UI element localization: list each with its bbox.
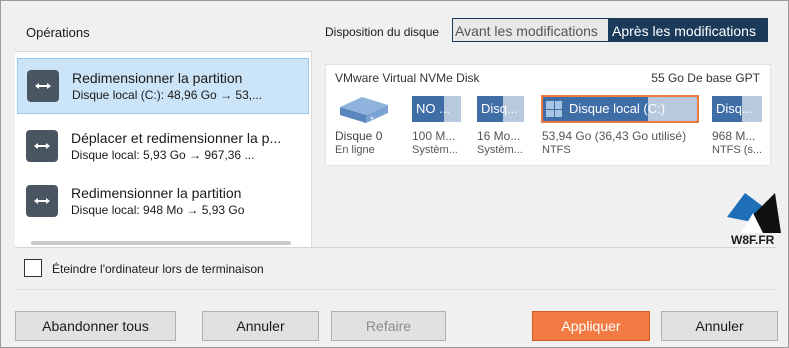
panel-divider	[311, 51, 312, 247]
partition-label: Disque local (C:)	[569, 101, 666, 116]
partition-size: 53,94 Go (36,43 Go utilisé)	[542, 129, 687, 143]
partition-c-selected[interactable]: Disque local (C:)	[541, 95, 699, 123]
operation-item-2[interactable]: Déplacer et redimensionner la p... Disqu…	[17, 118, 309, 174]
partition-filesystem: Systèm...	[477, 144, 523, 156]
operation-item-3[interactable]: Redimensionner la partition Disque local…	[17, 173, 309, 229]
partition-2[interactable]: Disq...	[477, 96, 524, 122]
before-changes-tab[interactable]: Avant les modifications	[452, 18, 609, 42]
windows-logo-icon	[546, 101, 562, 117]
operation-detail: Disque local: 948 Mo → 5,93 Go	[71, 203, 245, 217]
partition-4[interactable]: Disq...	[712, 96, 762, 122]
view-toggle: Avant les modifications Après les modifi…	[452, 18, 768, 42]
disk-info: 55 Go De base GPT	[651, 71, 760, 85]
operations-title: Opérations	[26, 25, 90, 40]
resize-arrows-icon	[26, 130, 58, 162]
after-changes-tab[interactable]: Après les modifications	[609, 18, 768, 42]
disk-layout-label: Disposition du disque	[325, 25, 440, 39]
operations-scrollbar[interactable]	[31, 241, 291, 245]
operation-title: Déplacer et redimensionner la p...	[71, 130, 282, 146]
apply-button[interactable]: Appliquer	[532, 311, 650, 341]
abort-all-button[interactable]: Abandonner tous	[15, 311, 176, 341]
partition-label: Disq...	[481, 101, 518, 116]
divider	[15, 289, 777, 290]
disk-card: VMware Virtual NVMe Disk 55 Go De base G…	[325, 64, 771, 166]
resize-arrows-icon	[27, 70, 59, 102]
partition-filesystem: NTFS (s...	[712, 144, 763, 156]
operation-title: Redimensionner la partition	[71, 185, 242, 201]
divider	[15, 247, 777, 248]
disk-name: VMware Virtual NVMe Disk	[335, 71, 480, 85]
watermark-text: W8F.FR	[731, 233, 775, 247]
resize-arrows-icon	[26, 185, 58, 217]
partition-filesystem: NTFS	[542, 144, 571, 156]
undo-button[interactable]: Annuler	[202, 311, 319, 341]
operations-list: Redimensionner la partition Disque local…	[15, 51, 311, 247]
shutdown-checkbox[interactable]	[24, 259, 42, 277]
partition-label: NO ...	[416, 101, 450, 116]
partition-size: 16 Mo...	[477, 129, 521, 143]
partition-filesystem: Systèm...	[412, 144, 458, 156]
operation-title: Redimensionner la partition	[72, 70, 243, 86]
dialog-window: Opérations Redimensionner la partition D…	[0, 0, 789, 348]
operation-detail: Disque local: 5,93 Go → 967,36 ...	[71, 148, 255, 162]
disk-status: En ligne	[335, 144, 375, 156]
partition-size: 968 M...	[712, 129, 756, 143]
shutdown-checkbox-label: Éteindre l'ordinateur lors de terminaiso…	[52, 262, 264, 276]
redo-button[interactable]: Refaire	[331, 311, 446, 341]
partition-1[interactable]: NO ...	[412, 96, 461, 122]
hard-drive-icon	[340, 97, 388, 123]
disk-number: Disque 0	[335, 129, 383, 143]
operation-item-1[interactable]: Redimensionner la partition Disque local…	[17, 58, 309, 114]
operation-detail: Disque local (C:): 48,96 Go → 53,...	[72, 88, 263, 102]
partition-size: 100 M...	[412, 129, 456, 143]
partition-label: Disq...	[716, 101, 753, 116]
cancel-button[interactable]: Annuler	[661, 311, 778, 341]
